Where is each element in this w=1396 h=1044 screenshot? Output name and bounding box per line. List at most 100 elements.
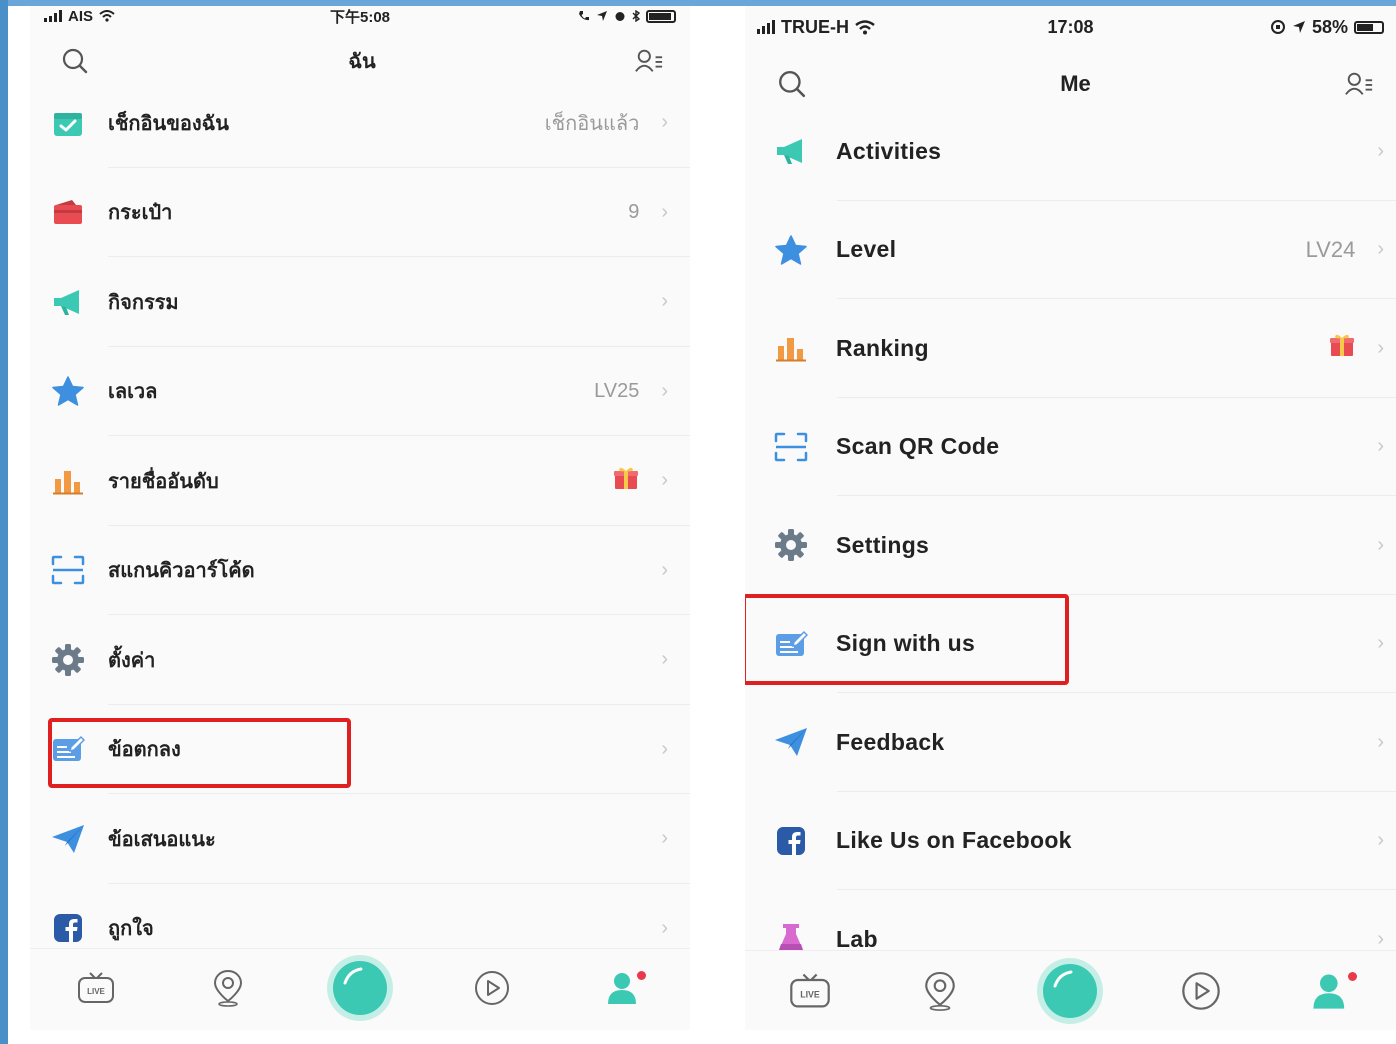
tab-me[interactable] <box>1296 956 1366 1026</box>
menu-item-label: Feedback <box>836 728 945 755</box>
menu-item-megaphone[interactable]: กิจกรรม › <box>30 257 690 347</box>
tab-nearby[interactable] <box>193 953 263 1023</box>
notification-dot <box>637 970 646 980</box>
status-time: 下午5:08 <box>329 8 391 26</box>
menu-item-label: Lab <box>836 925 878 952</box>
battery-icon <box>1354 20 1384 34</box>
page-title: Me <box>1060 71 1091 96</box>
menu-item-value: เช็กอินแล้ว <box>544 112 640 135</box>
search-icon[interactable] <box>777 69 807 99</box>
menu-item-label: Settings <box>836 531 930 558</box>
live-label: LIVE <box>87 987 105 996</box>
menu-item-ranking-bars[interactable]: รายชื่ออันดับ › <box>30 436 690 526</box>
bluetooth-icon <box>632 10 641 22</box>
gift-icon <box>613 465 639 497</box>
menu-item-label: สแกนคิวอาร์โค้ด <box>108 560 255 583</box>
menu-item-megaphone[interactable]: Activities › <box>745 102 1396 201</box>
menu-item-facebook[interactable]: Like Us on Facebook › <box>745 792 1396 891</box>
menu-item-label: รายชื่ออันดับ <box>108 470 219 493</box>
tab-bar: LIVE <box>30 948 690 1026</box>
chevron-right-icon: › <box>661 469 668 492</box>
facebook-icon <box>50 910 86 946</box>
qr-scan-icon <box>50 552 86 588</box>
menu-list: Activities › Level LV24 › Ranking › Scan QR Cod… <box>745 102 1396 989</box>
chevron-right-icon: › <box>661 290 668 313</box>
camera-lens-icon <box>327 954 393 1021</box>
status-time: 17:08 <box>1047 16 1094 37</box>
menu-item-star[interactable]: Level LV24 › <box>745 201 1396 300</box>
carrier-label: TRUE-H <box>781 16 849 37</box>
tab-me[interactable] <box>589 953 659 1023</box>
menu-item-paper-plane[interactable]: ข้อเสนอแนะ › <box>30 794 690 884</box>
friends-list-icon[interactable] <box>1344 69 1374 99</box>
chevron-right-icon: › <box>661 827 668 850</box>
wifi-icon <box>855 19 875 34</box>
chevron-right-icon: › <box>661 558 668 581</box>
gear-icon <box>50 642 86 678</box>
chevron-right-icon: › <box>1377 829 1384 852</box>
tab-go-live[interactable] <box>325 953 395 1023</box>
menu-item-qr-scan[interactable]: สแกนคิวอาร์โค้ด › <box>30 526 690 616</box>
menu-item-value: 9 <box>628 200 640 223</box>
tab-videos[interactable] <box>457 953 527 1023</box>
tab-nearby[interactable] <box>905 956 975 1026</box>
menu-item-label: เลเวล <box>108 381 158 404</box>
play-circle-icon <box>475 970 509 1005</box>
wallet-icon <box>50 194 86 230</box>
notification-dot <box>1347 971 1357 981</box>
chevron-right-icon: › <box>661 648 668 671</box>
menu-item-value: LV24 <box>1305 236 1356 262</box>
menu-item-gear[interactable]: Settings › <box>745 496 1396 595</box>
camera-lens-icon <box>1037 957 1104 1024</box>
tab-live[interactable]: LIVE <box>775 956 845 1026</box>
menu-item-gear[interactable]: ตั้งค่า › <box>30 615 690 705</box>
tab-videos[interactable] <box>1166 956 1236 1026</box>
menu-item-calendar-check[interactable]: เช็กอินของฉัน เช็กอินแล้ว › <box>30 78 690 168</box>
search-icon[interactable] <box>60 46 90 76</box>
megaphone-icon <box>50 284 86 320</box>
phone-screen-english: TRUE-H 17:08 58% Me Activities › Level LV24… <box>745 6 1396 1030</box>
signal-icon <box>44 10 62 22</box>
menu-item-label: Level <box>836 236 897 263</box>
orientation-lock-icon <box>1270 20 1285 34</box>
chevron-right-icon: › <box>661 737 668 760</box>
tab-go-live[interactable] <box>1035 956 1105 1026</box>
megaphone-icon <box>773 133 809 169</box>
menu-item-label: Activities <box>836 137 942 164</box>
star-icon <box>773 232 809 268</box>
menu-item-sign-agreement[interactable]: Sign with us › <box>745 595 1396 694</box>
menu-item-sign-agreement[interactable]: ข้อตกลง › <box>30 705 690 795</box>
gear-icon <box>773 527 809 563</box>
menu-item-qr-scan[interactable]: Scan QR Code › <box>745 398 1396 497</box>
status-bar: AIS 下午5:08 <box>30 6 690 26</box>
menu-list: เช็กอินของฉัน เช็กอินแล้ว › กระเป๋า 9 › กิจกรร… <box>30 78 690 973</box>
menu-item-label: ข้อตกลง <box>108 739 181 762</box>
battery-icon <box>646 9 677 23</box>
friends-list-icon[interactable] <box>634 46 664 76</box>
tab-live[interactable]: LIVE <box>61 953 131 1023</box>
menu-item-ranking-bars[interactable]: Ranking › <box>745 299 1396 398</box>
menu-item-label: ข้อเสนอแนะ <box>108 828 216 851</box>
menu-item-label: Ranking <box>836 334 929 361</box>
menu-item-wallet[interactable]: กระเป๋า 9 › <box>30 168 690 258</box>
location-icon <box>1292 21 1305 33</box>
profile-icon <box>1313 974 1345 1009</box>
menu-item-paper-plane[interactable]: Feedback › <box>745 693 1396 792</box>
menu-item-star[interactable]: เลเวล LV25 › <box>30 347 690 437</box>
menu-item-label: ตั้งค่า <box>108 649 156 672</box>
menu-item-label: กิจกรรม <box>108 291 179 314</box>
ranking-bars-icon <box>50 463 86 499</box>
page-title: ฉัน <box>348 51 376 73</box>
frame-left-border <box>0 0 8 1044</box>
menu-item-label: กระเป๋า <box>108 202 173 225</box>
calendar-check-icon <box>50 105 86 141</box>
menu-item-label: เช็กอินของฉัน <box>108 112 229 135</box>
live-label: LIVE <box>800 989 820 999</box>
star-icon <box>50 373 86 409</box>
phone-screen-thai: AIS 下午5:08 ฉัน เช็กอินของฉัน เช็กอินแล้ว ›… <box>30 6 690 1030</box>
wifi-icon <box>99 10 115 22</box>
tab-bar: LIVE <box>745 950 1396 1030</box>
chevron-right-icon: › <box>1377 435 1384 458</box>
play-circle-icon <box>1181 971 1220 1010</box>
chevron-right-icon: › <box>661 111 668 134</box>
